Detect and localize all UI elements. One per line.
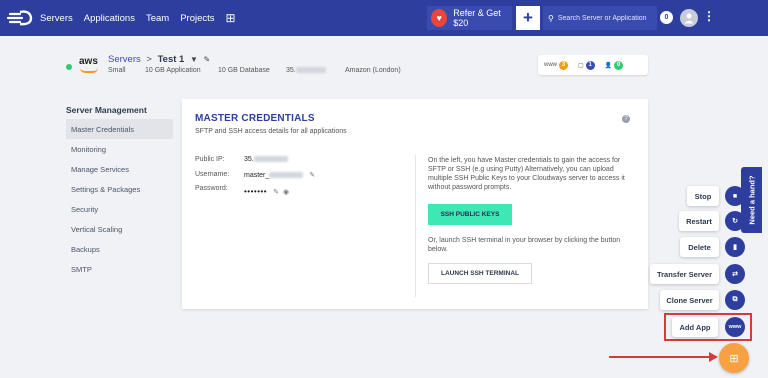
sidebar-heading: Server Management bbox=[66, 105, 147, 115]
sidebar-item-security[interactable]: Security bbox=[66, 199, 173, 219]
password-label: Password: bbox=[195, 185, 228, 192]
aws-smile-icon bbox=[80, 68, 98, 73]
public-ip-prefix: 35. bbox=[244, 156, 254, 163]
server-app-storage: 10 GB Application bbox=[145, 67, 201, 74]
stat-team[interactable]: 👤 0 bbox=[604, 60, 624, 70]
aws-logo: aws bbox=[79, 56, 98, 67]
team-icon: 👤 bbox=[604, 62, 613, 69]
grid-icon: ⊞ bbox=[729, 352, 739, 365]
edit-pencil-icon[interactable]: ✎ bbox=[273, 189, 279, 196]
transfer-icon[interactable]: ⇄ bbox=[725, 264, 745, 284]
cloudways-logo-icon[interactable] bbox=[0, 0, 40, 36]
username-prefix: master_ bbox=[244, 172, 270, 179]
breadcrumb-servers[interactable]: Servers bbox=[108, 54, 141, 65]
more-menu-icon[interactable]: ⋮ bbox=[703, 9, 715, 23]
add-button[interactable]: + bbox=[516, 6, 540, 30]
server-ip-prefix: 35. bbox=[286, 67, 296, 74]
nav-applications[interactable]: Applications bbox=[84, 13, 135, 24]
server-breadcrumb: Servers > Test 1 ▼ ✎ bbox=[108, 54, 210, 65]
stat-apps-count: 3 bbox=[559, 60, 568, 70]
clone-icon[interactable]: ⧉ bbox=[725, 290, 745, 310]
add-app-button[interactable]: Add App bbox=[672, 317, 718, 337]
www-icon: www bbox=[544, 62, 557, 68]
server-db-storage: 10 GB Database bbox=[218, 67, 270, 74]
breadcrumb-separator: > bbox=[146, 54, 152, 65]
caret-down-icon[interactable]: ▼ bbox=[190, 55, 198, 64]
heart-icon: ♥ bbox=[431, 9, 448, 27]
sidebar-item-monitoring[interactable]: Monitoring bbox=[66, 139, 173, 159]
masked-username bbox=[269, 172, 304, 179]
search-box[interactable]: ⚲ bbox=[543, 6, 657, 30]
server-status-dot bbox=[66, 64, 72, 70]
public-ip-label: Public IP: bbox=[195, 156, 225, 163]
info-text: On the left, you have Master credentials… bbox=[428, 157, 625, 191]
server-location: Amazon (London) bbox=[345, 67, 401, 74]
username-label: Username: bbox=[195, 171, 230, 178]
server-size: Small bbox=[108, 67, 126, 74]
sidebar-item-master-credentials[interactable]: Master Credentials bbox=[66, 119, 173, 139]
user-avatar[interactable] bbox=[680, 9, 698, 27]
sidebar-item-vertical-scaling[interactable]: Vertical Scaling bbox=[66, 219, 173, 239]
refer-label: Refer & Get $20 bbox=[453, 8, 501, 28]
annotation-arrow bbox=[609, 356, 711, 358]
masked-ip bbox=[253, 156, 288, 163]
apps-grid-icon[interactable]: ⊞ bbox=[226, 11, 236, 25]
sidebar-item-settings-packages[interactable]: Settings & Packages bbox=[66, 179, 173, 199]
stat-projects[interactable]: ▢ 1 bbox=[578, 60, 595, 70]
www-icon[interactable]: www bbox=[725, 317, 745, 337]
stop-server-button[interactable]: Stop bbox=[687, 186, 719, 206]
card-title: MASTER CREDENTIALS bbox=[195, 113, 315, 124]
restart-icon[interactable]: ↻ bbox=[725, 211, 745, 231]
transfer-server-button[interactable]: Transfer Server bbox=[650, 264, 719, 284]
master-credentials-card: MASTER CREDENTIALS SFTP and SSH access d… bbox=[182, 99, 648, 309]
edit-pencil-icon[interactable]: ✎ bbox=[309, 172, 315, 179]
delete-server-button[interactable]: Delete bbox=[680, 237, 719, 257]
nav-servers[interactable]: Servers bbox=[40, 13, 73, 24]
notification-count-badge[interactable]: 0 bbox=[660, 11, 673, 24]
trash-icon[interactable]: ▮ bbox=[725, 237, 745, 257]
stat-projects-count: 1 bbox=[585, 60, 595, 70]
nav-projects[interactable]: Projects bbox=[180, 13, 214, 24]
search-input[interactable] bbox=[557, 14, 657, 22]
ssh-public-keys-button[interactable]: SSH PUBLIC KEYS bbox=[428, 204, 512, 225]
server-name: Test 1 bbox=[157, 54, 185, 65]
stop-icon[interactable]: ■ bbox=[725, 186, 745, 206]
sidebar-item-smtp[interactable]: SMTP bbox=[66, 259, 173, 279]
public-ip-value[interactable]: 35. bbox=[244, 156, 288, 163]
quick-actions-fab[interactable]: ⊞ bbox=[719, 343, 749, 373]
masked-ip bbox=[295, 67, 326, 74]
help-icon[interactable]: ? bbox=[622, 115, 630, 123]
edit-pencil-icon[interactable]: ✎ bbox=[204, 55, 211, 64]
stat-team-count: 0 bbox=[614, 60, 624, 70]
restart-server-button[interactable]: Restart bbox=[679, 211, 719, 231]
need-a-hand-label: Need a hand? bbox=[747, 175, 756, 225]
card-divider bbox=[415, 155, 416, 297]
eye-icon[interactable]: ◉ bbox=[283, 189, 289, 196]
stat-apps[interactable]: www 3 bbox=[544, 60, 568, 70]
clone-server-button[interactable]: Clone Server bbox=[660, 290, 719, 310]
card-subtitle: SFTP and SSH access details for all appl… bbox=[195, 128, 347, 135]
launch-ssh-terminal-button[interactable]: LAUNCH SSH TERMINAL bbox=[428, 263, 532, 284]
sidebar-item-backups[interactable]: Backups bbox=[66, 239, 173, 259]
search-icon: ⚲ bbox=[548, 13, 554, 23]
username-value[interactable]: master_ ✎ bbox=[244, 171, 315, 179]
sidebar-item-manage-services[interactable]: Manage Services bbox=[66, 159, 173, 179]
refer-button[interactable]: ♥ Refer & Get $20 bbox=[427, 6, 512, 30]
window-icon: ▢ bbox=[578, 62, 584, 69]
server-stats-bar: www 3 ▢ 1 👤 0 bbox=[538, 55, 648, 75]
server-ip: 35. bbox=[286, 67, 326, 74]
nav-team[interactable]: Team bbox=[146, 13, 169, 24]
terminal-info-text: Or, launch SSH terminal in your browser … bbox=[428, 237, 621, 253]
user-icon bbox=[684, 13, 694, 24]
annotation-arrow-head bbox=[709, 352, 718, 362]
password-dots: ••••••• bbox=[244, 187, 268, 196]
password-value[interactable]: ••••••• ✎ ◉ bbox=[244, 187, 289, 196]
